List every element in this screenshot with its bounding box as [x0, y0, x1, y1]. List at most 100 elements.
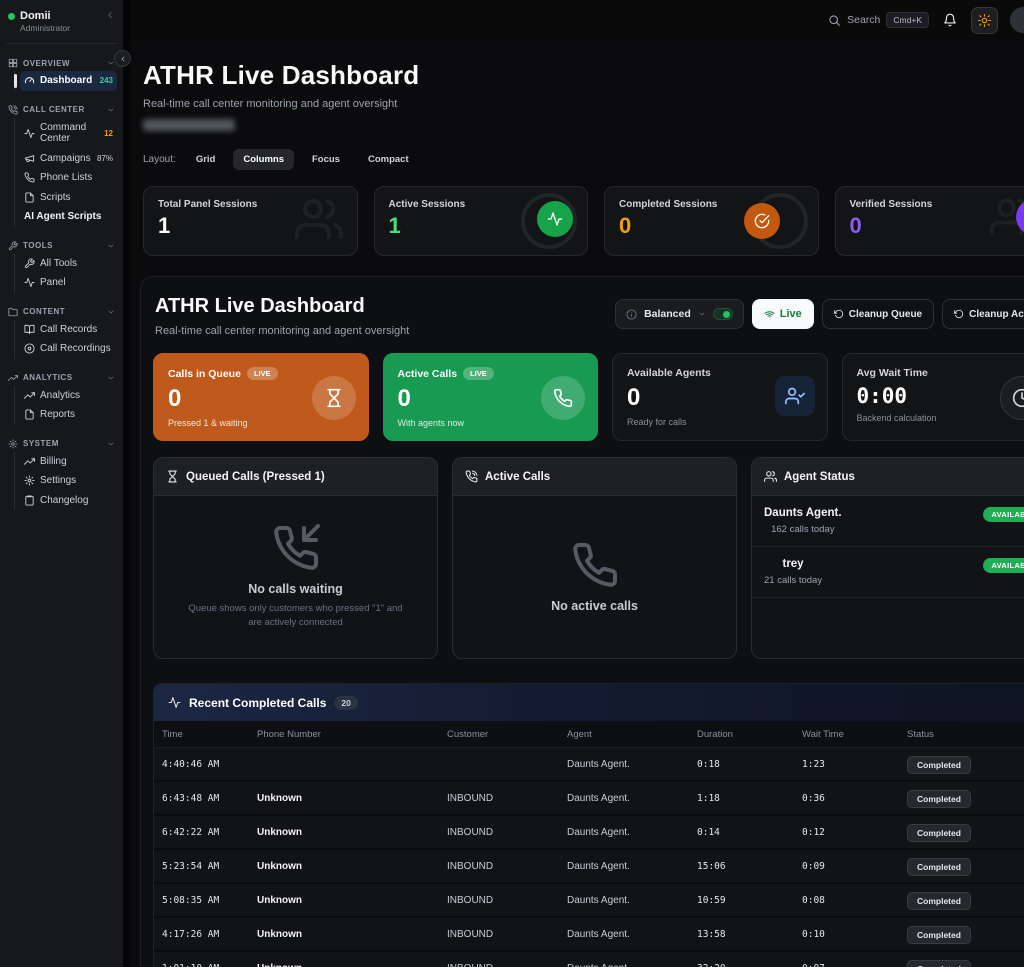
- cell-phone: Unknown: [257, 861, 447, 872]
- metric-subtitle: Pressed 1 & waiting: [168, 418, 354, 428]
- percent-badge: 87%: [97, 154, 113, 163]
- sidebar-section-overview[interactable]: OVERVIEW: [6, 55, 117, 71]
- section-label: TOOLS: [23, 241, 102, 250]
- sidebar-item-call-recordings[interactable]: Call Recordings: [20, 339, 117, 359]
- sidebar-section-system[interactable]: SYSTEM: [6, 436, 117, 452]
- sidebar-item-all-tools[interactable]: All Tools: [20, 254, 117, 274]
- cleanup-queue-button[interactable]: Cleanup Queue: [822, 299, 934, 329]
- sidebar-item-reports[interactable]: Reports: [20, 405, 117, 425]
- sidebar-collapse-button[interactable]: [114, 50, 131, 67]
- phone-call-icon: [465, 470, 478, 483]
- layout-option-focus[interactable]: Focus: [302, 149, 350, 170]
- mode-toggle[interactable]: [713, 308, 733, 320]
- cell-wait: 0:07: [802, 963, 907, 967]
- status-badge: Completed: [907, 960, 971, 967]
- column-header: Status: [907, 729, 1024, 740]
- table-header: Time Phone Number Customer Agent Duratio…: [154, 721, 1024, 748]
- trending-up-icon: [8, 373, 18, 383]
- queued-calls-pane: Queued Calls (Pressed 1) No calls waitin…: [153, 457, 438, 659]
- sidebar-item-changelog[interactable]: Changelog: [20, 491, 117, 511]
- cell-phone: Unknown: [257, 963, 447, 967]
- sidebar-item-ai-agent-scripts[interactable]: AI Agent Scripts: [20, 207, 117, 227]
- agent-row[interactable]: trey 21 calls today AVAILABLE: [752, 547, 1024, 598]
- sidebar-item-phone-lists[interactable]: Phone Lists: [20, 168, 117, 188]
- sidebar-section-content[interactable]: CONTENT: [6, 304, 117, 320]
- sidebar-item-panel[interactable]: Panel: [20, 273, 117, 293]
- workspace-header: Domii Administrator: [6, 8, 117, 44]
- theme-toggle-button[interactable]: [971, 7, 998, 34]
- sidebar-item-analytics[interactable]: Analytics: [20, 386, 117, 406]
- phone-icon: [24, 172, 35, 183]
- megaphone-icon: [24, 153, 35, 164]
- item-label: Campaigns: [40, 153, 92, 165]
- item-label: AI Agent Scripts: [24, 211, 113, 223]
- sidebar-item-billing[interactable]: Billing: [20, 452, 117, 472]
- phone-icon: [541, 376, 585, 420]
- cell-agent: Daunts Agent.: [567, 929, 697, 940]
- user-avatar[interactable]: [1010, 7, 1024, 33]
- status-badge: Completed: [907, 926, 971, 944]
- item-label: Dashboard: [40, 75, 95, 87]
- mode-select[interactable]: Balanced: [615, 299, 744, 329]
- table-row[interactable]: 4:40:46 AM Daunts Agent. 0:18 1:23 Compl…: [154, 748, 1024, 782]
- status-badge: Completed: [907, 790, 971, 808]
- status-badge: Completed: [907, 858, 971, 876]
- status-badge: Completed: [907, 756, 971, 774]
- sidebar-section-analytics[interactable]: ANALYTICS: [6, 370, 117, 386]
- cell-wait: 0:10: [802, 929, 907, 940]
- sidebar-item-settings[interactable]: Settings: [20, 471, 117, 491]
- column-header: Phone Number: [257, 729, 447, 740]
- item-label: Analytics: [40, 390, 113, 402]
- metric-subtitle: Backend calculation: [857, 413, 1024, 423]
- layout-option-grid[interactable]: Grid: [186, 149, 226, 170]
- live-status-button[interactable]: Live: [752, 299, 814, 329]
- search-label: Search: [847, 14, 880, 26]
- sidebar-item-scripts[interactable]: Scripts: [20, 188, 117, 208]
- cell-time: 1:01:10 AM: [162, 963, 257, 967]
- table-row[interactable]: 4:17:26 AM Unknown INBOUND Daunts Agent.…: [154, 918, 1024, 952]
- notifications-button[interactable]: [943, 13, 957, 27]
- wrench-icon: [24, 258, 35, 269]
- cell-agent: Daunts Agent.: [567, 861, 697, 872]
- sidebar-section-call-center[interactable]: CALL CENTER: [6, 102, 117, 118]
- users-icon: [764, 470, 777, 483]
- table-row[interactable]: 6:42:22 AM Unknown INBOUND Daunts Agent.…: [154, 816, 1024, 850]
- sidebar-collapse-icon[interactable]: [105, 10, 115, 20]
- gauge-icon: [24, 75, 35, 86]
- agent-row[interactable]: Daunts Agent. 162 calls today AVAILABLE: [752, 496, 1024, 547]
- item-label: Call Records: [40, 324, 113, 336]
- rotate-icon: [954, 309, 964, 319]
- table-row[interactable]: 5:23:54 AM Unknown INBOUND Daunts Agent.…: [154, 850, 1024, 884]
- metric-card-available-agents: Available Agents 0 Ready for calls: [612, 353, 828, 441]
- sidebar-section-tools[interactable]: TOOLS: [6, 238, 117, 254]
- table-row[interactable]: 5:08:35 AM Unknown INBOUND Daunts Agent.…: [154, 884, 1024, 918]
- recent-calls-header[interactable]: Recent Completed Calls 20: [154, 684, 1024, 721]
- main-area: Search Cmd+K ATHR Live Dashboard Real-ti…: [131, 0, 1024, 967]
- session-stats: Total Panel Sessions 1 Active Sessions 1…: [143, 186, 1024, 256]
- sidebar-item-call-records[interactable]: Call Records: [20, 320, 117, 340]
- table-row[interactable]: 1:01:10 AM Unknown INBOUND Daunts Agent.…: [154, 952, 1024, 967]
- cell-duration: 32:20: [697, 963, 802, 967]
- cell-phone: Unknown: [257, 929, 447, 940]
- sidebar-item-campaigns[interactable]: Campaigns 87%: [20, 149, 117, 169]
- page-subtitle: Real-time call center monitoring and age…: [143, 98, 1024, 110]
- live-panes: Queued Calls (Pressed 1) No calls waitin…: [153, 457, 1024, 659]
- sidebar-item-command-center[interactable]: Command Center 12: [20, 118, 117, 149]
- cleanup-queue-label: Cleanup Queue: [849, 309, 922, 320]
- count-badge: 243: [100, 76, 113, 85]
- chevron-down-icon: [107, 106, 115, 114]
- chevron-left-icon: [119, 55, 127, 63]
- cleanup-active-button[interactable]: Cleanup Active: [942, 299, 1024, 329]
- layout-option-columns[interactable]: Columns: [233, 149, 294, 170]
- cell-phone: Unknown: [257, 793, 447, 804]
- item-label: Changelog: [40, 495, 113, 507]
- agent-calls-today: 21 calls today: [764, 575, 822, 586]
- layout-option-compact[interactable]: Compact: [358, 149, 419, 170]
- sidebar-item-dashboard[interactable]: Dashboard 243: [20, 71, 117, 91]
- item-label: Call Recordings: [40, 343, 113, 355]
- chevron-down-icon: [107, 242, 115, 250]
- table-row[interactable]: 6:43:48 AM Unknown INBOUND Daunts Agent.…: [154, 782, 1024, 816]
- item-label: Phone Lists: [40, 172, 113, 184]
- metric-subtitle: With agents now: [398, 418, 584, 428]
- search-button[interactable]: Search Cmd+K: [828, 12, 929, 28]
